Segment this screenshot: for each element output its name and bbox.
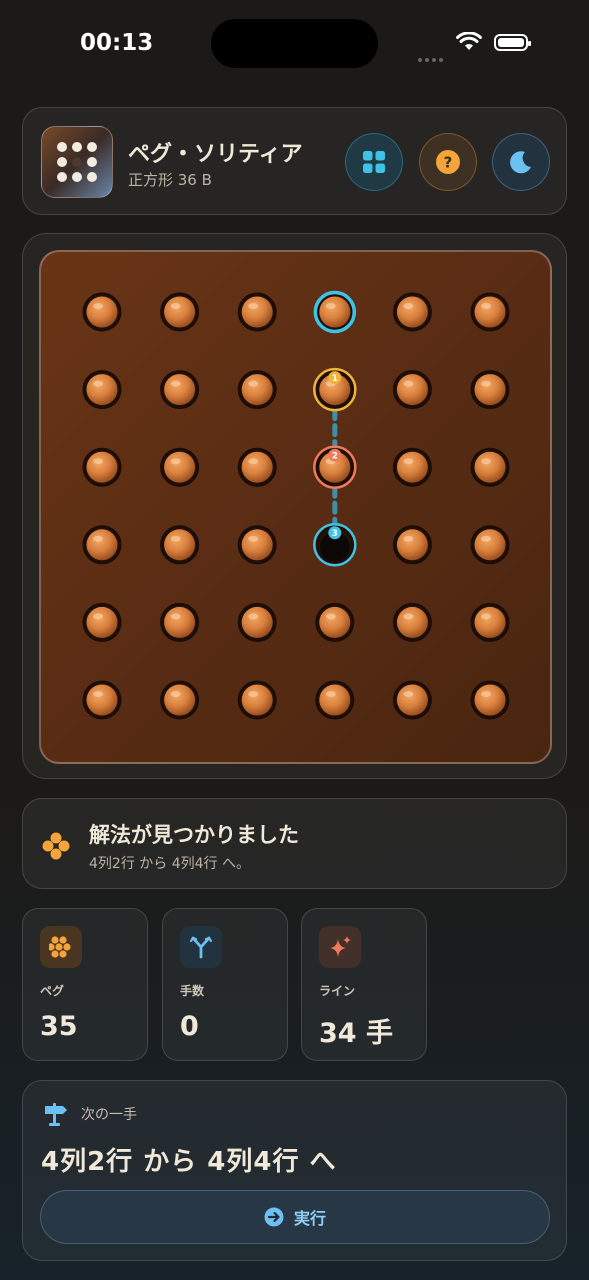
stat-value: 35 xyxy=(40,1011,78,1042)
peg[interactable] xyxy=(392,292,432,332)
next-move-card: 次の一手 4列2行 から 4列4行 へ 実行 xyxy=(22,1080,567,1261)
peg[interactable] xyxy=(82,447,122,487)
peg[interactable] xyxy=(470,602,510,642)
peg[interactable] xyxy=(470,292,510,332)
next-move-text: 4列2行 から 4列4行 へ xyxy=(41,1147,337,1177)
sparkle-icon xyxy=(319,926,361,968)
peg[interactable] xyxy=(470,525,510,565)
stat-value: 0 xyxy=(180,1011,199,1042)
cellular-signal-icon xyxy=(418,47,446,66)
solution-detail: 4列2行 から 4列4行 へ。 xyxy=(89,856,250,872)
battery-icon xyxy=(494,34,531,51)
peg[interactable] xyxy=(392,602,432,642)
svg-text:?: ? xyxy=(444,154,453,172)
peg[interactable] xyxy=(392,447,432,487)
peg[interactable] xyxy=(160,680,200,720)
peg[interactable] xyxy=(315,680,355,720)
peg[interactable] xyxy=(82,292,122,332)
stat-label: ライン xyxy=(319,984,356,998)
peg[interactable] xyxy=(237,525,277,565)
peg[interactable] xyxy=(82,602,122,642)
stat-value: 34 手 xyxy=(319,1018,393,1049)
status-time: 00:13 xyxy=(80,30,154,56)
game-board[interactable]: 1 2 3 xyxy=(39,250,552,764)
path-step-number: 1 xyxy=(332,374,338,384)
stat-label: 手数 xyxy=(180,984,205,998)
app-title: ペグ・ソリティア xyxy=(128,142,303,167)
stat-card-moves: 手数 0 xyxy=(162,908,288,1061)
peg[interactable] xyxy=(237,370,277,410)
wifi-icon xyxy=(456,32,482,50)
peg[interactable] xyxy=(160,602,200,642)
peg-cluster-icon xyxy=(42,832,70,860)
peg[interactable] xyxy=(315,602,355,642)
peg[interactable] xyxy=(160,525,200,565)
peg[interactable] xyxy=(470,680,510,720)
peg[interactable] xyxy=(82,370,122,410)
grid-layout-button[interactable] xyxy=(345,133,403,191)
peg-cluster-icon xyxy=(40,926,82,968)
status-bar: 00:13 xyxy=(0,0,589,90)
stat-label: ペグ xyxy=(40,984,65,998)
board-panel: 1 2 3 xyxy=(22,233,567,779)
execute-button[interactable]: 実行 xyxy=(40,1190,550,1244)
solution-title: 解法が見つかりました xyxy=(89,823,299,847)
peg[interactable] xyxy=(237,292,277,332)
board-variant-label: 正方形 36 B xyxy=(128,171,212,189)
path-step-number: 2 xyxy=(332,451,338,461)
peg[interactable] xyxy=(82,525,122,565)
peg[interactable] xyxy=(82,680,122,720)
peg[interactable] xyxy=(470,447,510,487)
app-logo xyxy=(41,126,113,198)
peg[interactable] xyxy=(237,447,277,487)
peg[interactable] xyxy=(392,370,432,410)
peg[interactable] xyxy=(160,292,200,332)
stat-card-line: ライン 34 手 xyxy=(301,908,427,1061)
peg[interactable] xyxy=(392,680,432,720)
question-icon: ? xyxy=(436,150,460,174)
execute-button-label: 実行 xyxy=(293,1209,326,1228)
theme-toggle-button[interactable] xyxy=(492,133,550,191)
solution-banner: 解法が見つかりました 4列2行 から 4列4行 へ。 xyxy=(22,798,567,889)
peg[interactable] xyxy=(470,370,510,410)
branch-icon xyxy=(180,926,222,968)
peg[interactable] xyxy=(392,525,432,565)
grid-icon xyxy=(363,151,385,173)
next-move-label: 次の一手 xyxy=(81,1107,137,1123)
peg[interactable] xyxy=(237,602,277,642)
dynamic-island xyxy=(211,19,378,68)
arrow-circle-right-icon xyxy=(264,1207,284,1227)
peg[interactable] xyxy=(160,370,200,410)
stat-card-pegs: ペグ 35 xyxy=(22,908,148,1061)
header-card: ペグ・ソリティア 正方形 36 B ? xyxy=(22,107,567,215)
signpost-icon xyxy=(45,1103,67,1126)
path-step-number: 3 xyxy=(332,529,338,539)
help-button[interactable]: ? xyxy=(419,133,477,191)
peg[interactable] xyxy=(160,447,200,487)
moon-icon xyxy=(510,151,531,174)
peg[interactable] xyxy=(237,680,277,720)
